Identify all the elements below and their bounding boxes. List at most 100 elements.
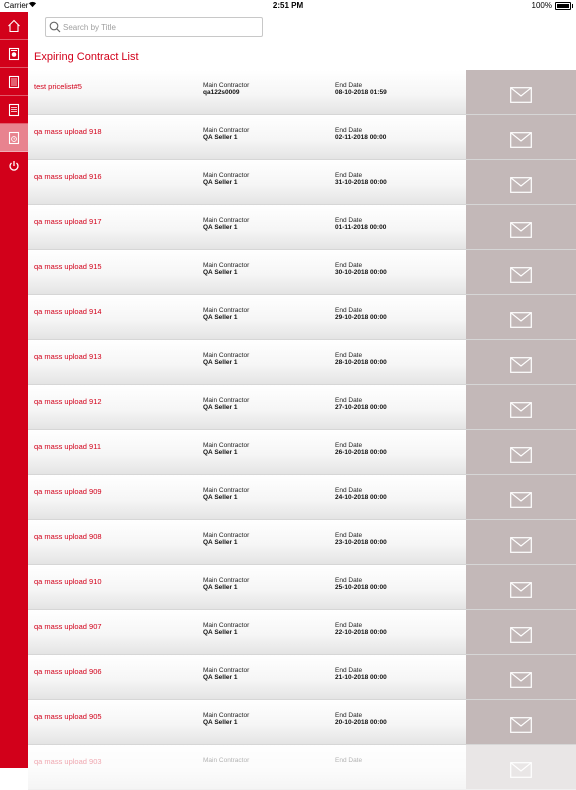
table-row[interactable]: qa mass upload 913 Main Contractor QA Se…: [28, 340, 576, 385]
mail-icon: [510, 267, 532, 283]
contract-title[interactable]: qa mass upload 912: [34, 397, 102, 406]
send-mail-button[interactable]: [466, 655, 576, 699]
mail-icon: [510, 357, 532, 373]
sidebar-item-document-list[interactable]: [0, 68, 28, 96]
end-date-label: End Date: [335, 172, 363, 179]
end-date-value: 28-10-2018 00:00: [335, 359, 387, 366]
table-row[interactable]: qa mass upload 910 Main Contractor QA Se…: [28, 565, 576, 610]
page-title: Expiring Contract List: [34, 51, 139, 63]
end-date-label: End Date: [335, 397, 363, 404]
sidebar-item-logout[interactable]: [0, 152, 28, 180]
table-row[interactable]: qa mass upload 911 Main Contractor QA Se…: [28, 430, 576, 475]
send-mail-button[interactable]: [466, 520, 576, 564]
send-mail-button[interactable]: [466, 385, 576, 429]
contract-title[interactable]: qa mass upload 913: [34, 352, 102, 361]
end-date-value: 25-10-2018 00:00: [335, 584, 387, 591]
search-input[interactable]: [63, 20, 258, 34]
end-date-label: End Date: [335, 577, 363, 584]
main-contractor-value: QA Seller 1: [203, 179, 238, 186]
main-contractor-label: Main Contractor: [203, 577, 250, 584]
send-mail-button[interactable]: [466, 295, 576, 339]
send-mail-button[interactable]: [466, 115, 576, 159]
end-date-label: End Date: [335, 667, 363, 674]
send-mail-button[interactable]: [466, 700, 576, 744]
end-date-label: End Date: [335, 487, 363, 494]
table-row[interactable]: qa mass upload 914 Main Contractor QA Se…: [28, 295, 576, 340]
contract-title[interactable]: qa mass upload 906: [34, 667, 102, 676]
table-row[interactable]: qa mass upload 905 Main Contractor QA Se…: [28, 700, 576, 745]
sidebar-item-home[interactable]: [0, 12, 28, 40]
contract-title[interactable]: test pricelist#5: [34, 82, 82, 91]
table-row[interactable]: qa mass upload 912 Main Contractor QA Se…: [28, 385, 576, 430]
battery-icon: [555, 2, 573, 10]
table-row[interactable]: qa mass upload 907 Main Contractor QA Se…: [28, 610, 576, 655]
search-icon: [49, 21, 61, 33]
contract-title[interactable]: qa mass upload 909: [34, 487, 102, 496]
end-date-value: 27-10-2018 00:00: [335, 404, 387, 411]
send-mail-button[interactable]: [466, 430, 576, 474]
contract-title[interactable]: qa mass upload 911: [34, 442, 101, 451]
table-row[interactable]: test pricelist#5 Main Contractor qa122s0…: [28, 70, 576, 115]
table-row[interactable]: qa mass upload 917 Main Contractor QA Se…: [28, 205, 576, 250]
mail-icon: [510, 402, 532, 418]
contract-title[interactable]: qa mass upload 903: [34, 757, 102, 766]
mail-icon: [510, 132, 532, 148]
table-row[interactable]: qa mass upload 918 Main Contractor QA Se…: [28, 115, 576, 160]
mail-icon: [510, 762, 532, 778]
expiring-contract-icon: [8, 131, 20, 144]
contract-list: test pricelist#5 Main Contractor qa122s0…: [28, 70, 576, 790]
end-date-value: 08-10-2018 01:59: [335, 89, 387, 96]
contract-icon: [8, 47, 20, 60]
main-contractor-label: Main Contractor: [203, 397, 250, 404]
end-date-value: 24-10-2018 00:00: [335, 494, 387, 501]
end-date-value: 29-10-2018 00:00: [335, 314, 387, 321]
main-contractor-label: Main Contractor: [203, 442, 250, 449]
table-row[interactable]: qa mass upload 916 Main Contractor QA Se…: [28, 160, 576, 205]
contract-title[interactable]: qa mass upload 917: [34, 217, 102, 226]
send-mail-button[interactable]: [466, 610, 576, 654]
status-time: 2:51 PM: [272, 1, 304, 10]
contract-title[interactable]: qa mass upload 915: [34, 262, 102, 271]
send-mail-button[interactable]: [466, 340, 576, 384]
main-contractor-value: QA Seller 1: [203, 404, 238, 411]
contract-title[interactable]: qa mass upload 918: [34, 127, 102, 136]
end-date-label: End Date: [335, 307, 363, 314]
sidebar-item-document[interactable]: [0, 96, 28, 124]
main-contractor-value: QA Seller 1: [203, 674, 238, 681]
contract-title[interactable]: qa mass upload 905: [34, 712, 102, 721]
main-contractor-value: QA Seller 1: [203, 719, 238, 726]
sidebar-item-expiring-contracts[interactable]: [0, 124, 28, 152]
contract-title[interactable]: qa mass upload 916: [34, 172, 102, 181]
home-icon: [8, 19, 20, 32]
contract-title[interactable]: qa mass upload 908: [34, 532, 102, 541]
sidebar-item-contract[interactable]: [0, 40, 28, 68]
contract-title[interactable]: qa mass upload 914: [34, 307, 102, 316]
mail-icon: [510, 177, 532, 193]
table-row[interactable]: qa mass upload 908 Main Contractor QA Se…: [28, 520, 576, 565]
end-date-value: 01-11-2018 00:00: [335, 224, 387, 231]
main-contractor-value: QA Seller 1: [203, 584, 238, 591]
send-mail-button[interactable]: [466, 565, 576, 609]
power-icon: [9, 161, 19, 171]
main-contractor-label: Main Contractor: [203, 757, 250, 764]
end-date-label: End Date: [335, 352, 363, 359]
send-mail-button[interactable]: [466, 160, 576, 204]
send-mail-button[interactable]: [466, 475, 576, 519]
table-row[interactable]: qa mass upload 906 Main Contractor QA Se…: [28, 655, 576, 700]
main-contractor-label: Main Contractor: [203, 667, 250, 674]
main-contractor-value: QA Seller 1: [203, 224, 238, 231]
send-mail-button[interactable]: [466, 250, 576, 294]
send-mail-button[interactable]: [466, 745, 576, 789]
table-row[interactable]: qa mass upload 909 Main Contractor QA Se…: [28, 475, 576, 520]
mail-icon: [510, 717, 532, 733]
mail-icon: [510, 447, 532, 463]
contract-title[interactable]: qa mass upload 910: [34, 577, 102, 586]
contract-title[interactable]: qa mass upload 907: [34, 622, 102, 631]
main-contractor-value: QA Seller 1: [203, 359, 238, 366]
mail-icon: [510, 492, 532, 508]
send-mail-button[interactable]: [466, 70, 576, 114]
end-date-label: End Date: [335, 127, 363, 134]
send-mail-button[interactable]: [466, 205, 576, 249]
table-row[interactable]: qa mass upload 915 Main Contractor QA Se…: [28, 250, 576, 295]
main-contractor-label: Main Contractor: [203, 82, 250, 89]
